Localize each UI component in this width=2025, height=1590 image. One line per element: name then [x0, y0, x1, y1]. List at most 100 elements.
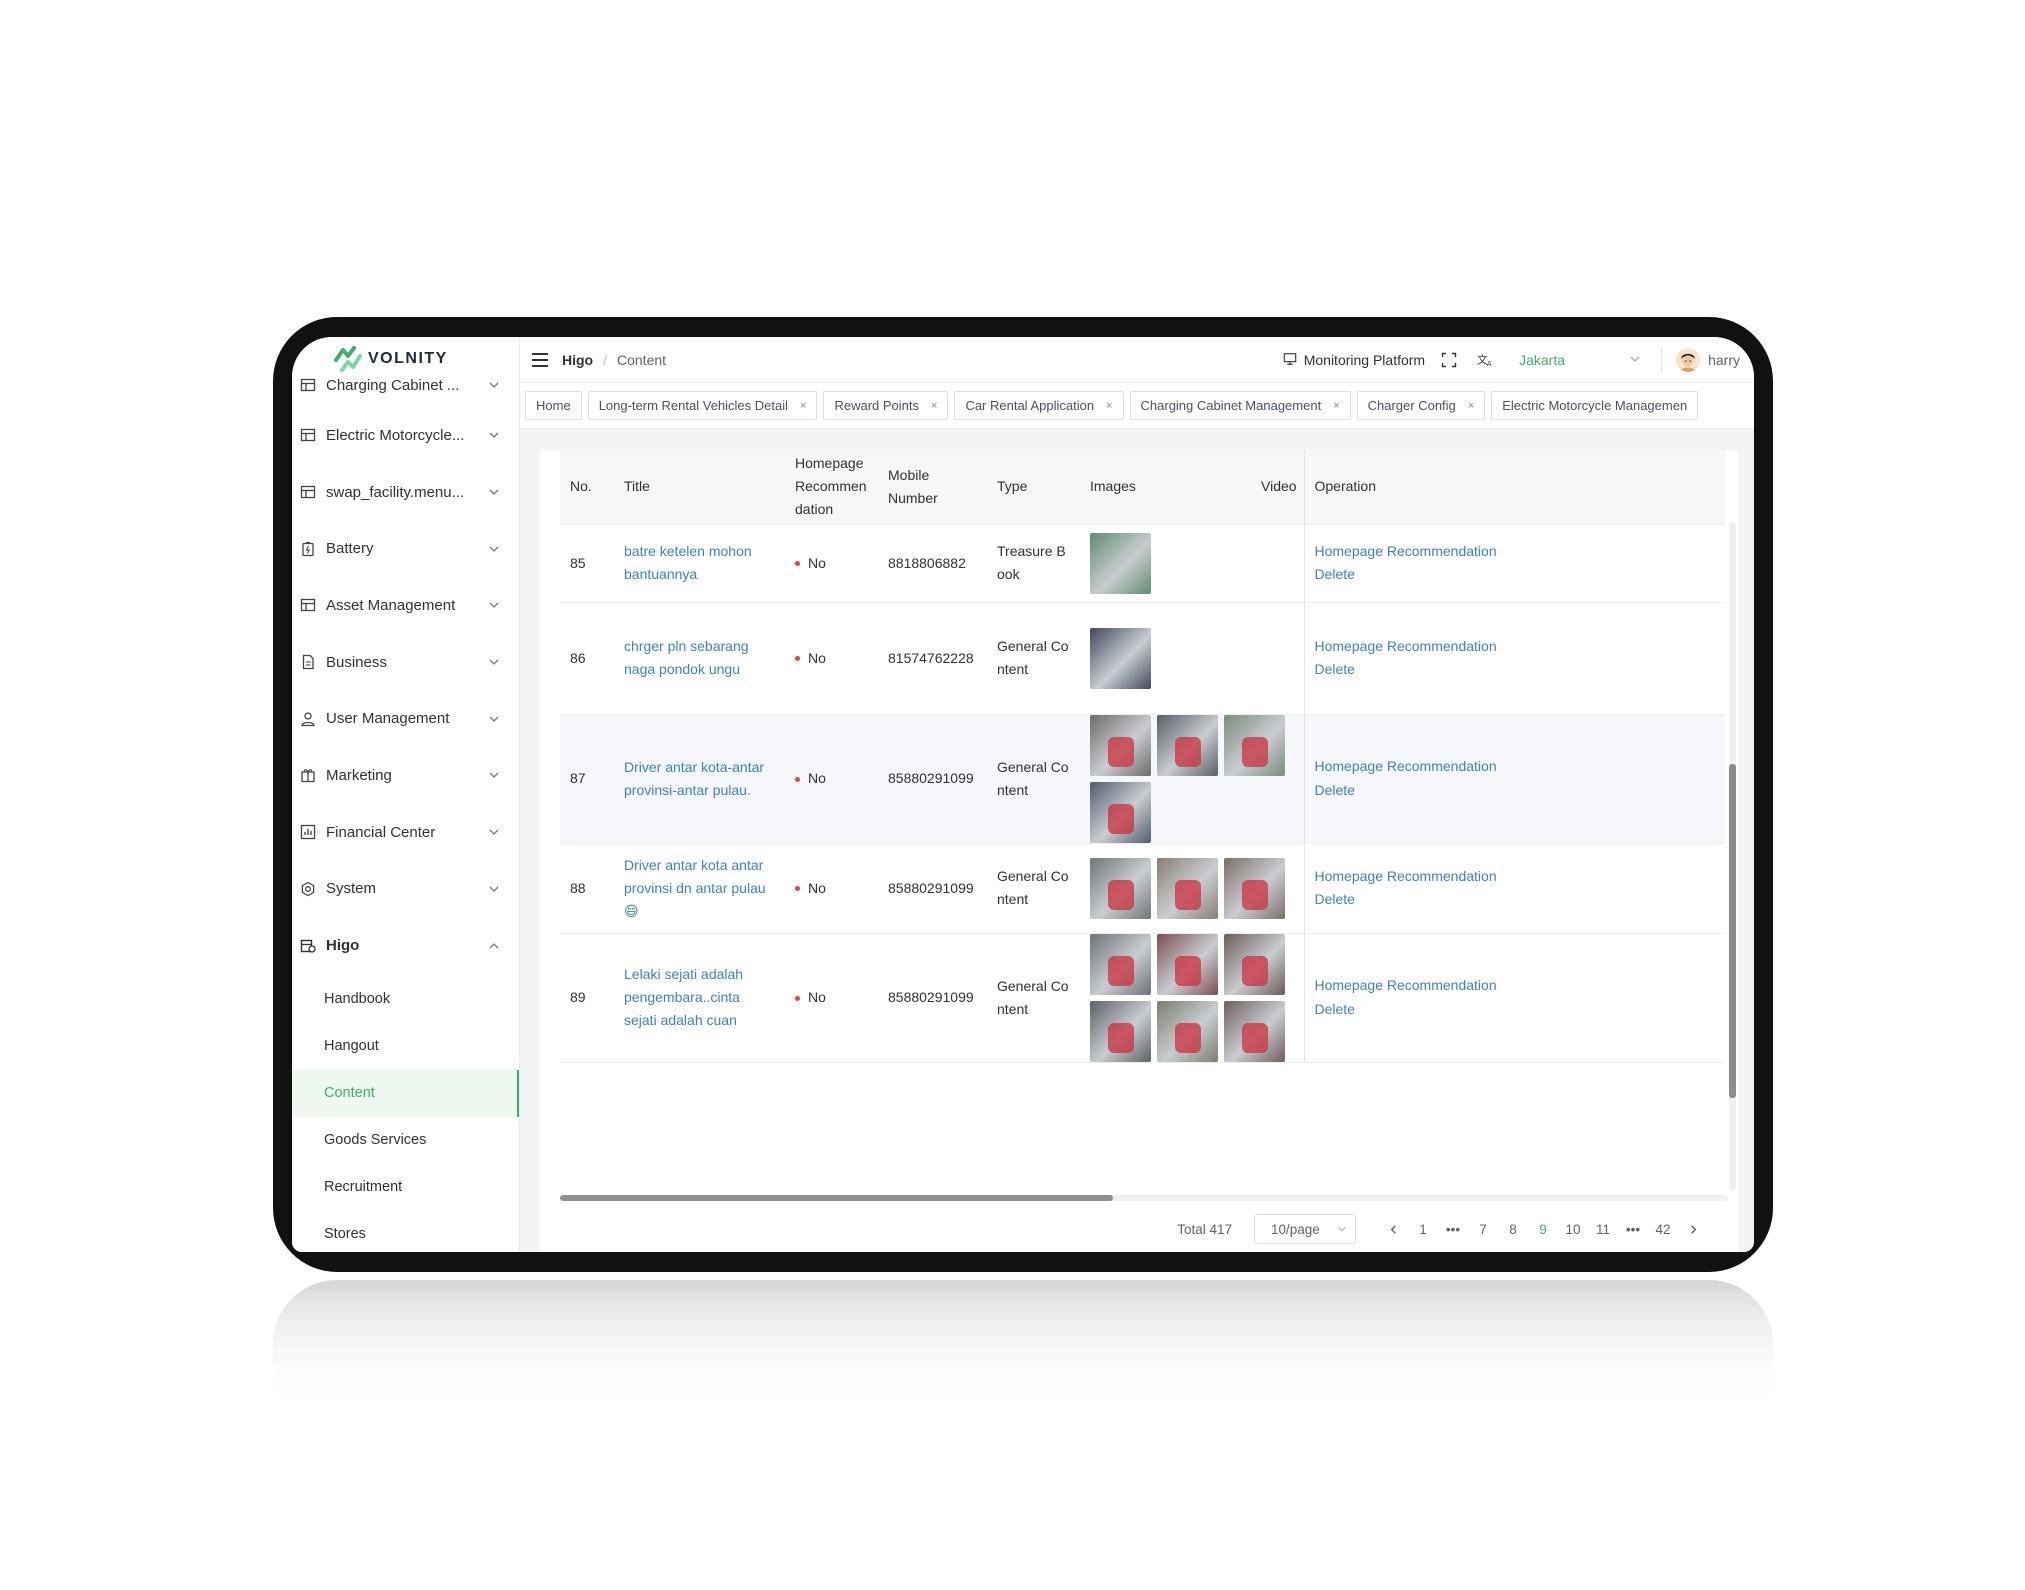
sidebar-item-electric-motorcycle[interactable]: Electric Motorcycle... — [292, 407, 519, 464]
image-thumbnail[interactable] — [1090, 781, 1151, 843]
homepage-recommendation-link[interactable]: Homepage Recommendation — [1315, 974, 1716, 998]
tag-label: Long-term Rental Vehicles Detail — [598, 398, 789, 413]
image-thumbnail[interactable] — [1090, 857, 1151, 919]
tag-6[interactable]: Electric Motorcycle Managemen — [1491, 391, 1699, 420]
user-name[interactable]: harry — [1708, 352, 1740, 368]
sidebar-item-asset-management[interactable]: Asset Management — [292, 577, 519, 634]
motorcycle-photo-icon — [1175, 1022, 1201, 1053]
sidebar-item-higo[interactable]: Higo — [292, 917, 519, 974]
close-icon[interactable]: × — [1333, 400, 1339, 412]
language-icon[interactable]: 文A — [1477, 352, 1493, 368]
stage: VOLNITY Charging Cabinet ... Electric Mo… — [0, 0, 2025, 1590]
image-thumbnail[interactable] — [1090, 933, 1151, 995]
sidebar-subitem-goods-services[interactable]: Goods Services — [292, 1117, 519, 1164]
sidebar-item-business[interactable]: Business — [292, 634, 519, 691]
sidebar-item-battery[interactable]: Battery — [292, 520, 519, 577]
delete-link[interactable]: Delete — [1315, 658, 1716, 682]
image-thumbnail[interactable] — [1224, 857, 1285, 919]
vertical-scrollbar[interactable] — [1729, 522, 1736, 1190]
sidebar-item-financial-center[interactable]: Financial Center — [292, 804, 519, 861]
monitoring-platform-link[interactable]: Monitoring Platform — [1283, 352, 1425, 368]
close-icon[interactable]: × — [1106, 400, 1112, 412]
cell-type: General Content — [987, 933, 1080, 1063]
title-link[interactable]: Lelaki sejati adalah pengembara..cinta s… — [624, 966, 743, 1028]
breadcrumb-higo[interactable]: Higo — [562, 352, 593, 368]
cell-title: Driver antar kota antar provinsi dn anta… — [614, 843, 785, 934]
image-thumbnail[interactable] — [1157, 1000, 1218, 1062]
vertical-scrollbar-thumb[interactable] — [1729, 764, 1736, 1098]
menu-toggle-icon[interactable] — [532, 352, 550, 367]
page-number[interactable]: 1 — [1408, 1222, 1438, 1237]
page-number[interactable]: 8 — [1498, 1222, 1528, 1237]
image-thumbnail[interactable] — [1157, 933, 1218, 995]
tag-2[interactable]: Reward Points × — [823, 391, 949, 420]
image-thumbnail[interactable] — [1090, 1000, 1151, 1062]
city-select[interactable]: Jakarta — [1519, 352, 1641, 368]
delete-link[interactable]: Delete — [1315, 888, 1716, 912]
image-thumbnail[interactable] — [1090, 714, 1151, 776]
page-ellipsis[interactable]: ••• — [1618, 1222, 1648, 1237]
homepage-recommendation-link[interactable]: Homepage Recommendation — [1315, 755, 1716, 779]
page-size-value: 10/page — [1271, 1221, 1320, 1237]
homepage-recommendation-link[interactable]: Homepage Recommendation — [1315, 865, 1716, 889]
sidebar-item-charging-cabinet[interactable]: Charging Cabinet ... — [292, 363, 519, 407]
page-size-select[interactable]: 10/page — [1254, 1214, 1356, 1244]
image-thumbnail[interactable] — [1157, 714, 1218, 776]
prev-page-button[interactable] — [1378, 1224, 1408, 1235]
image-thumbnail[interactable] — [1224, 1000, 1285, 1062]
sidebar-subitem-recruitment[interactable]: Recruitment — [292, 1164, 519, 1211]
sidebar-subitem-stores[interactable]: Stores — [292, 1211, 519, 1252]
sidebar-item-system[interactable]: System — [292, 861, 519, 918]
horizontal-scrollbar[interactable] — [560, 1195, 1728, 1201]
page-number[interactable]: 7 — [1468, 1222, 1498, 1237]
horizontal-scrollbar-thumb[interactable] — [560, 1195, 1113, 1201]
next-page-button[interactable] — [1678, 1224, 1708, 1235]
page-number[interactable]: 10 — [1558, 1222, 1588, 1237]
column-header-homepage: Homepage Recommendation — [785, 450, 878, 525]
close-icon[interactable]: × — [931, 400, 937, 412]
close-icon[interactable]: × — [1468, 400, 1474, 412]
motorcycle-photo-icon — [1108, 955, 1134, 986]
sidebar-subitem-handbook[interactable]: Handbook — [292, 976, 519, 1023]
title-link[interactable]: Driver antar kota-antar provinsi-antar p… — [624, 759, 764, 798]
sidebar-item-user-management[interactable]: User Management — [292, 690, 519, 747]
sidebar-item-swap-facility[interactable]: swap_facility.menu... — [292, 464, 519, 521]
tag-3[interactable]: Car Rental Application × — [954, 391, 1124, 420]
tag-5[interactable]: Charger Config × — [1356, 391, 1486, 420]
sidebar-item-marketing[interactable]: Marketing — [292, 747, 519, 804]
breadcrumb-content: Content — [617, 351, 667, 368]
image-thumbnail[interactable] — [1224, 714, 1285, 776]
page-number[interactable]: 11 — [1588, 1222, 1618, 1237]
column-header-images: Images — [1080, 450, 1251, 525]
column-header-title: Title — [614, 450, 785, 525]
close-icon[interactable]: × — [800, 400, 806, 412]
motorcycle-photo-icon — [1242, 879, 1268, 910]
cell-no: 85 — [560, 524, 614, 603]
image-thumbnail[interactable] — [1090, 532, 1151, 594]
fullscreen-icon[interactable] — [1441, 352, 1457, 368]
homepage-recommendation-link[interactable]: Homepage Recommendation — [1315, 635, 1716, 659]
status-dot-icon — [795, 561, 800, 567]
image-thumbnail[interactable] — [1090, 627, 1151, 689]
cell-type: Treasure Book — [987, 524, 1080, 603]
tag-1[interactable]: Long-term Rental Vehicles Detail × — [587, 391, 818, 420]
page-ellipsis[interactable]: ••• — [1438, 1222, 1468, 1237]
sidebar-subitem-hangout[interactable]: Hangout — [292, 1023, 519, 1070]
page-number[interactable]: 9 — [1528, 1222, 1558, 1237]
title-link[interactable]: chrger pln sebarang naga pondok ungu — [624, 638, 749, 677]
avatar[interactable] — [1676, 348, 1701, 372]
title-link[interactable]: Driver antar kota antar provinsi dn anta… — [624, 857, 766, 919]
delete-link[interactable]: Delete — [1315, 563, 1716, 587]
delete-link[interactable]: Delete — [1315, 998, 1716, 1022]
sidebar-subitem-content[interactable]: Content — [292, 1069, 519, 1117]
homepage-recommendation-link[interactable]: Homepage Recommendation — [1315, 540, 1716, 564]
tag-0[interactable]: Home — [525, 391, 582, 420]
title-link[interactable]: batre ketelen mohon bantuannya — [624, 543, 752, 582]
image-thumbnail[interactable] — [1157, 857, 1218, 919]
page-number[interactable]: 42 — [1648, 1222, 1678, 1237]
table-row: 87 Driver antar kota-antar provinsi-antar… — [560, 714, 1725, 844]
chevron-down-icon — [488, 656, 500, 668]
tag-4[interactable]: Charging Cabinet Management × — [1129, 391, 1351, 420]
delete-link[interactable]: Delete — [1315, 779, 1716, 803]
image-thumbnail[interactable] — [1224, 933, 1285, 995]
